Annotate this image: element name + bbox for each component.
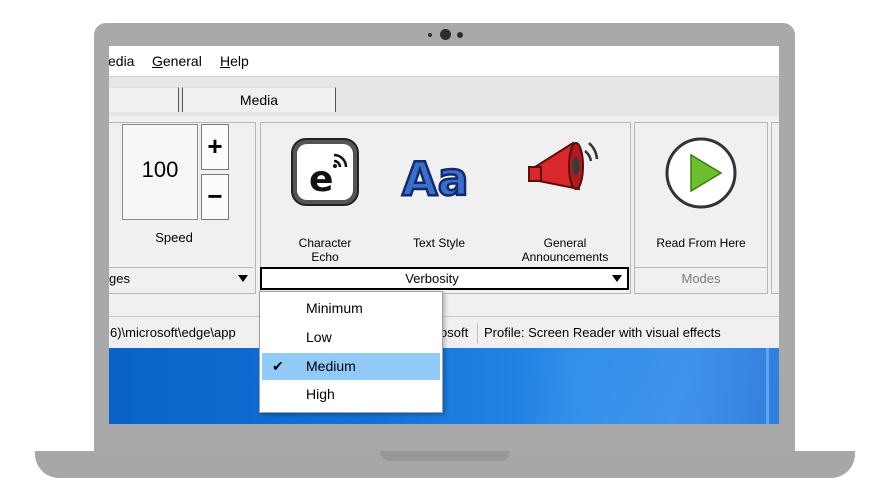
play-icon (665, 137, 737, 209)
svg-text:e: e (309, 159, 333, 200)
read-from-here-label: Read From Here (656, 236, 746, 250)
speed-label: Speed (155, 230, 193, 245)
option-minimum[interactable]: Minimum (262, 295, 440, 322)
next-group-edge (771, 122, 779, 294)
camera-dot-right (457, 32, 463, 38)
laptop-base-notch (380, 451, 510, 461)
status-profile: Profile: Screen Reader with visual effec… (484, 325, 721, 340)
svg-text:Aa: Aa (402, 152, 469, 206)
verbosity-group: e Character Echo Aa Text Style General A… (260, 122, 631, 294)
menu-bar: edia General Help (109, 46, 779, 76)
status-divider (477, 323, 478, 343)
modes-footer: Modes (635, 267, 767, 290)
chevron-down-icon (612, 275, 622, 282)
text-style-button[interactable]: Aa Text Style (396, 133, 482, 268)
character-echo-button[interactable]: e Character Echo (287, 133, 363, 268)
character-echo-label-line1: Character (298, 236, 352, 250)
text-style-label: Text Style (412, 236, 466, 250)
camera-dot-left (428, 33, 432, 37)
tab-media[interactable]: Media (182, 87, 336, 112)
desktop-window-edge (766, 348, 769, 424)
menu-media[interactable]: edia (109, 53, 134, 69)
option-low[interactable]: Low (262, 324, 440, 351)
voice-settings-dropdown[interactable]: ges (109, 267, 253, 290)
screen: edia General Help Media 100 + − Speed ge… (109, 46, 779, 424)
modes-group: Read From Here Modes (634, 122, 768, 294)
character-echo-label-line2: Echo (311, 250, 339, 264)
chevron-down-icon (238, 275, 248, 282)
menu-help[interactable]: Help (220, 53, 249, 69)
verbosity-dropdown[interactable]: Verbosity (260, 267, 629, 290)
status-app: osoft (440, 325, 469, 340)
general-announcements-button[interactable]: General Announcements (513, 133, 617, 268)
camera-icon (440, 29, 451, 40)
speed-group: 100 + − Speed ges (109, 122, 256, 294)
speed-value: 100 (141, 157, 179, 182)
menu-general[interactable]: General (152, 53, 202, 69)
verbosity-dropdown-label: Verbosity (405, 271, 459, 286)
voice-settings-dropdown-label: ges (109, 271, 130, 286)
megaphone-icon (528, 141, 599, 191)
tab-previous[interactable] (109, 87, 179, 112)
tab-strip: Media (109, 76, 779, 117)
general-announcements-label-line1: General (543, 236, 587, 250)
verbosity-dropdown-menu: Minimum Low ✔ Medium High (259, 291, 443, 413)
check-icon: ✔ (272, 358, 284, 374)
option-medium[interactable]: ✔ Medium (262, 353, 440, 380)
speed-decrease-button[interactable]: − (201, 174, 229, 220)
status-path: 6)\microsoft\edge\app (110, 325, 236, 340)
character-echo-icon: e (291, 138, 359, 206)
text-style-icon: Aa (401, 151, 470, 208)
status-bar: 6)\microsoft\edge\app osoft Profile: Scr… (109, 316, 779, 349)
speed-value-box[interactable]: 100 (122, 124, 198, 220)
read-from-here-button[interactable]: Read From Here (643, 133, 759, 263)
desktop-light-beam (529, 348, 779, 424)
desktop-background (109, 348, 779, 424)
ribbon: 100 + − Speed ges e Character Echo Aa Te… (109, 116, 779, 294)
general-announcements-label-line2: Announcements (521, 250, 609, 264)
speed-increase-button[interactable]: + (201, 124, 229, 170)
option-high[interactable]: High (262, 381, 440, 408)
